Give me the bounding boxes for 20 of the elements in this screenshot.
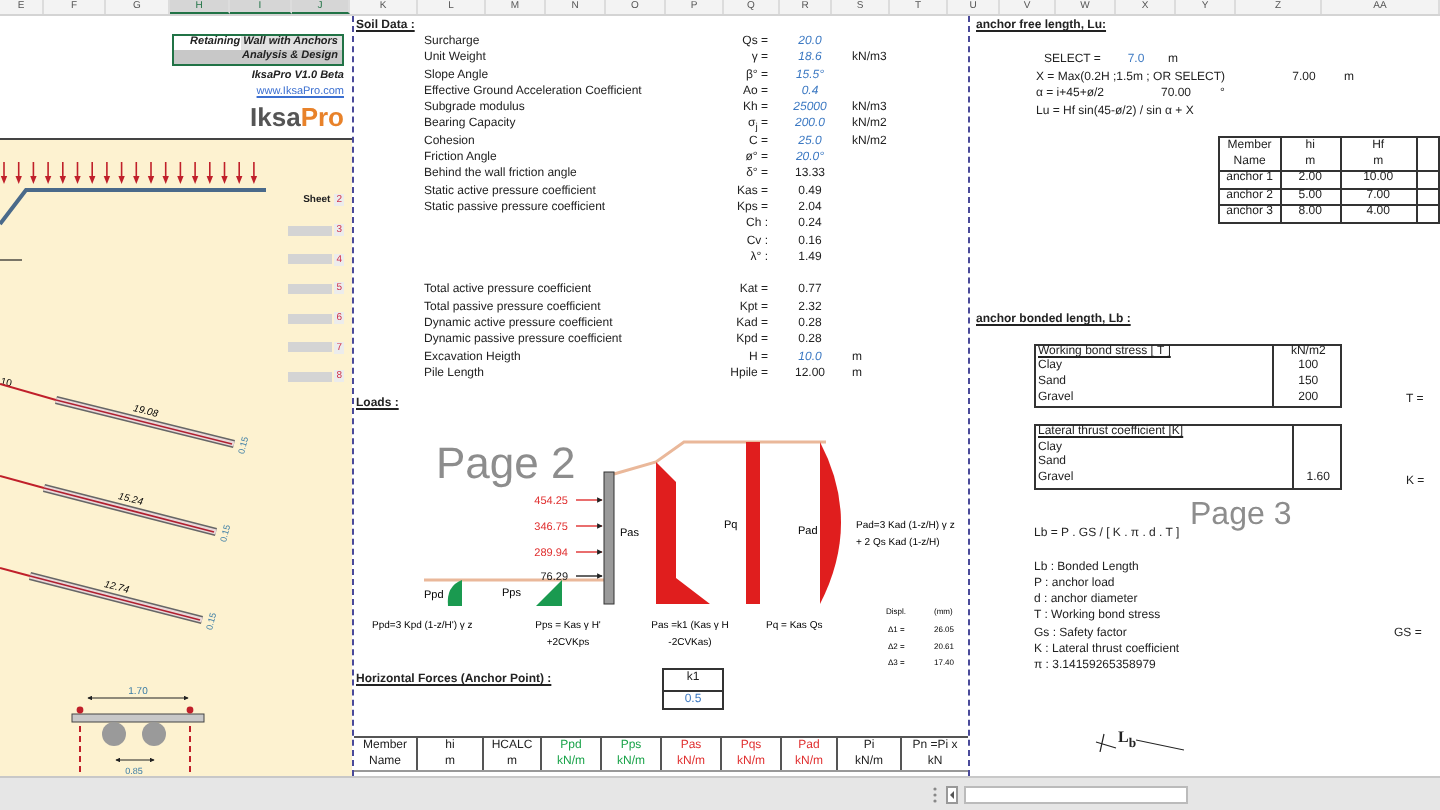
active-pressure-diagram bbox=[656, 462, 710, 605]
scroll-left-icon[interactable] bbox=[946, 785, 958, 803]
dimension-label: L$_{b}$ bbox=[1118, 728, 1137, 754]
passive-pressure-diagram bbox=[447, 580, 462, 607]
dimension-tick-icon bbox=[1094, 731, 1118, 752]
dimension-line bbox=[115, 757, 155, 763]
grip-icon[interactable] bbox=[932, 785, 938, 803]
page-number-label: Page 2 bbox=[436, 438, 576, 489]
pressure-arrow bbox=[575, 523, 603, 530]
logo-text: IksaPro bbox=[250, 104, 344, 132]
passive-pressure-diagram bbox=[536, 580, 562, 607]
level-line bbox=[0, 259, 23, 261]
dimension-line bbox=[87, 695, 189, 701]
anchor-plate-drawing bbox=[71, 706, 205, 776]
page-number-label: Page 3 bbox=[1190, 498, 1292, 532]
wall-drawing bbox=[603, 471, 615, 605]
pressure-arrow bbox=[575, 549, 603, 556]
pressure-arrow bbox=[575, 497, 603, 504]
horizontal-scrollbar[interactable] bbox=[964, 785, 1188, 803]
pressure-arrow bbox=[575, 573, 603, 580]
